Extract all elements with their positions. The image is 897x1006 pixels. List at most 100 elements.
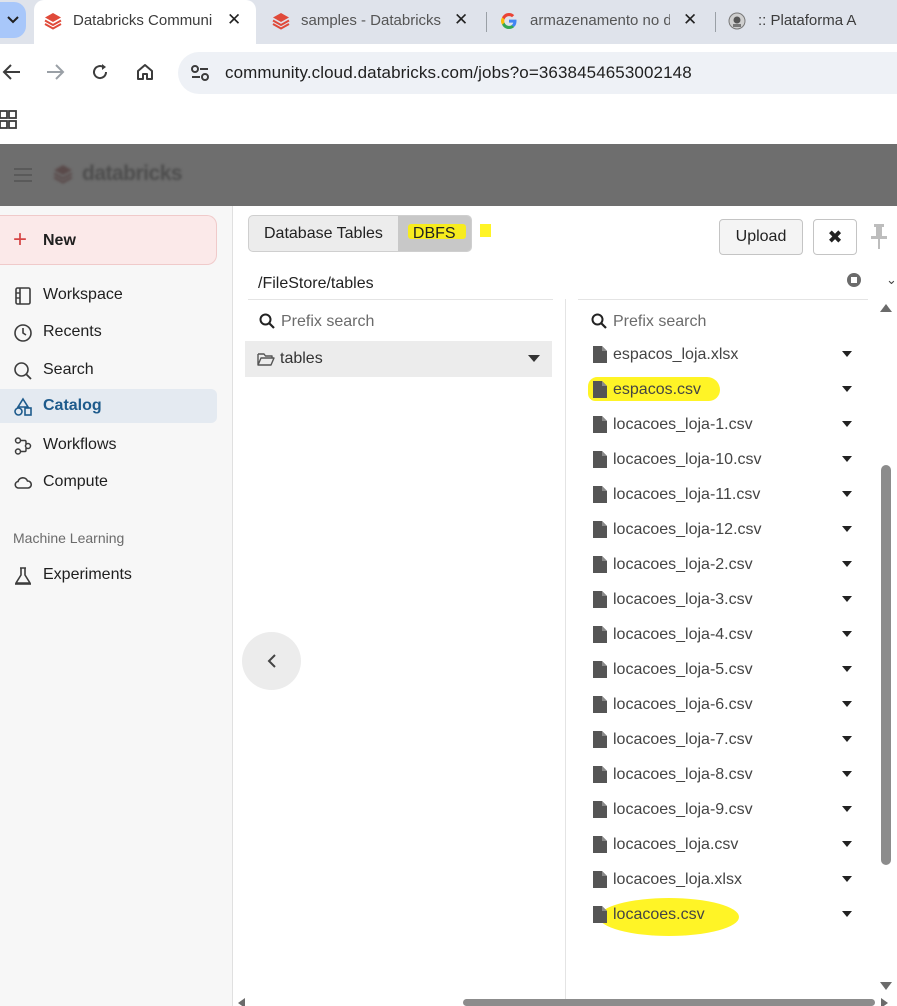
sidebar-item-workspace[interactable]: Workspace [0, 278, 217, 312]
close-button[interactable]: ✖ [813, 219, 857, 255]
browser-tab-active[interactable]: Databricks Communi ✕ [34, 0, 256, 44]
file-name: locacoes_loja-4.csv [613, 626, 753, 643]
caret-down-icon[interactable] [842, 736, 852, 742]
caret-down-icon[interactable] [842, 351, 852, 357]
address-bar[interactable]: community.cloud.databricks.com/jobs?o=36… [178, 52, 897, 94]
sidebar-item-compute[interactable]: Compute [0, 465, 217, 499]
scrollbar-thumb[interactable] [881, 465, 891, 865]
caret-down-icon[interactable] [842, 771, 852, 777]
close-tab-icon[interactable]: ✕ [454, 10, 468, 30]
upload-button[interactable]: Upload [719, 219, 803, 255]
sidebar-item-label: Compute [43, 473, 108, 490]
file-name: locacoes_loja-11.csv [613, 486, 761, 503]
file-item[interactable]: locacoes_loja-4.csv [578, 617, 868, 652]
file-item[interactable]: locacoes_loja.xlsx [578, 862, 868, 897]
file-item[interactable]: locacoes_loja-1.csv [578, 407, 868, 442]
forward-button[interactable] [43, 60, 67, 84]
tab-database-tables[interactable]: Database Tables [249, 216, 398, 251]
browser-tab[interactable]: :: Plataforma A [720, 0, 897, 44]
file-item[interactable]: locacoes_loja-10.csv [578, 442, 868, 477]
back-button[interactable] [0, 60, 24, 84]
caret-down-icon[interactable] [842, 701, 852, 707]
caret-down-icon[interactable] [528, 355, 540, 362]
workspace-icon [15, 287, 31, 305]
sidebar-item-workflows[interactable]: Workflows [0, 428, 217, 462]
highlight-mark [480, 224, 491, 237]
file-item[interactable]: locacoes_loja-9.csv [578, 792, 868, 827]
google-logo-icon [501, 13, 517, 29]
file-item[interactable]: locacoes_loja-5.csv [578, 652, 868, 687]
home-icon [137, 64, 153, 80]
tab-search-button[interactable] [0, 2, 26, 38]
collapse-pane-button[interactable] [242, 632, 301, 690]
workflows-icon [14, 437, 32, 455]
app-logo-text: databricks [82, 162, 183, 185]
tab-separator [715, 12, 716, 32]
caret-down-icon[interactable] [842, 631, 852, 637]
caret-down-icon[interactable] [842, 841, 852, 847]
sidebar-item-recents[interactable]: Recents [0, 315, 217, 349]
scroll-down-arrow[interactable] [880, 982, 892, 990]
caret-down-icon[interactable] [842, 806, 852, 812]
caret-down-icon[interactable] [842, 666, 852, 672]
apps-grid-icon[interactable] [0, 110, 18, 130]
home-button[interactable] [133, 60, 157, 84]
caret-down-icon[interactable] [842, 911, 852, 917]
caret-down-icon[interactable] [842, 386, 852, 392]
file-list: espacos_loja.xlsx espacos.csv locacoes_loj… [578, 337, 868, 932]
tab-dbfs[interactable]: DBFS [397, 216, 471, 251]
file-name: locacoes_loja-1.csv [613, 416, 753, 433]
file-icon [593, 381, 607, 398]
caret-down-icon[interactable] [842, 456, 852, 462]
file-name: locacoes_loja-9.csv [613, 801, 753, 818]
sidebar-section-machine-learning: Machine Learning [13, 530, 125, 546]
scroll-up-arrow[interactable] [880, 304, 892, 312]
reload-button[interactable] [88, 60, 112, 84]
file-item[interactable]: locacoes_loja.csv [578, 827, 868, 862]
browser-tab[interactable]: armazenamento no d ✕ [490, 0, 712, 44]
close-tab-icon[interactable]: ✕ [683, 10, 697, 30]
caret-down-icon[interactable] [842, 561, 852, 567]
horizontal-scrollbar-thumb[interactable] [463, 999, 875, 1006]
file-item[interactable]: locacoes_loja-6.csv [578, 687, 868, 722]
stop-icon[interactable] [847, 273, 861, 287]
caret-down-icon[interactable] [842, 421, 852, 427]
app-logo[interactable]: databricks [52, 162, 183, 186]
file-item[interactable]: locacoes_loja-3.csv [578, 582, 868, 617]
file-item[interactable]: locacoes.csv [578, 897, 868, 932]
caret-down-icon[interactable] [842, 491, 852, 497]
file-icon [593, 731, 607, 748]
file-name: locacoes_loja-3.csv [613, 591, 753, 608]
folder-prefix-search[interactable]: Prefix search [259, 303, 549, 339]
close-tab-icon[interactable]: ✕ [227, 10, 241, 30]
caret-down-icon[interactable] [842, 876, 852, 882]
new-button[interactable]: + New [0, 215, 217, 265]
file-item[interactable]: locacoes_loja-11.csv [578, 477, 868, 512]
file-icon [593, 871, 607, 888]
file-icon [593, 696, 607, 713]
file-item[interactable]: espacos_loja.xlsx [578, 337, 868, 372]
sidebar-item-experiments[interactable]: Experiments [0, 558, 217, 592]
browser-tab[interactable]: samples - Databricks ✕ [262, 0, 482, 44]
file-icon [593, 836, 607, 853]
file-icon [593, 486, 607, 503]
file-item[interactable]: espacos.csv [578, 372, 868, 407]
folder-item-tables[interactable]: tables [245, 341, 552, 377]
scroll-left-arrow[interactable] [238, 998, 245, 1006]
caret-down-icon[interactable] [842, 596, 852, 602]
pin-icon[interactable] [868, 222, 890, 252]
file-item[interactable]: locacoes_loja-8.csv [578, 757, 868, 792]
url-text: community.cloud.databricks.com/jobs?o=36… [225, 63, 692, 82]
chevron-down-icon[interactable]: ⌄ [886, 272, 897, 288]
site-settings-icon[interactable] [190, 64, 210, 82]
file-item[interactable]: locacoes_loja-12.csv [578, 512, 868, 547]
file-prefix-search[interactable]: Prefix search [591, 303, 861, 339]
reload-icon [93, 64, 108, 80]
file-item[interactable]: locacoes_loja-2.csv [578, 547, 868, 582]
file-item[interactable]: locacoes_loja-7.csv [578, 722, 868, 757]
scroll-right-arrow[interactable] [881, 998, 888, 1006]
sidebar-item-search[interactable]: Search [0, 353, 217, 387]
menu-icon[interactable] [14, 168, 32, 182]
caret-down-icon[interactable] [842, 526, 852, 532]
sidebar-item-catalog[interactable]: Catalog [0, 389, 217, 423]
